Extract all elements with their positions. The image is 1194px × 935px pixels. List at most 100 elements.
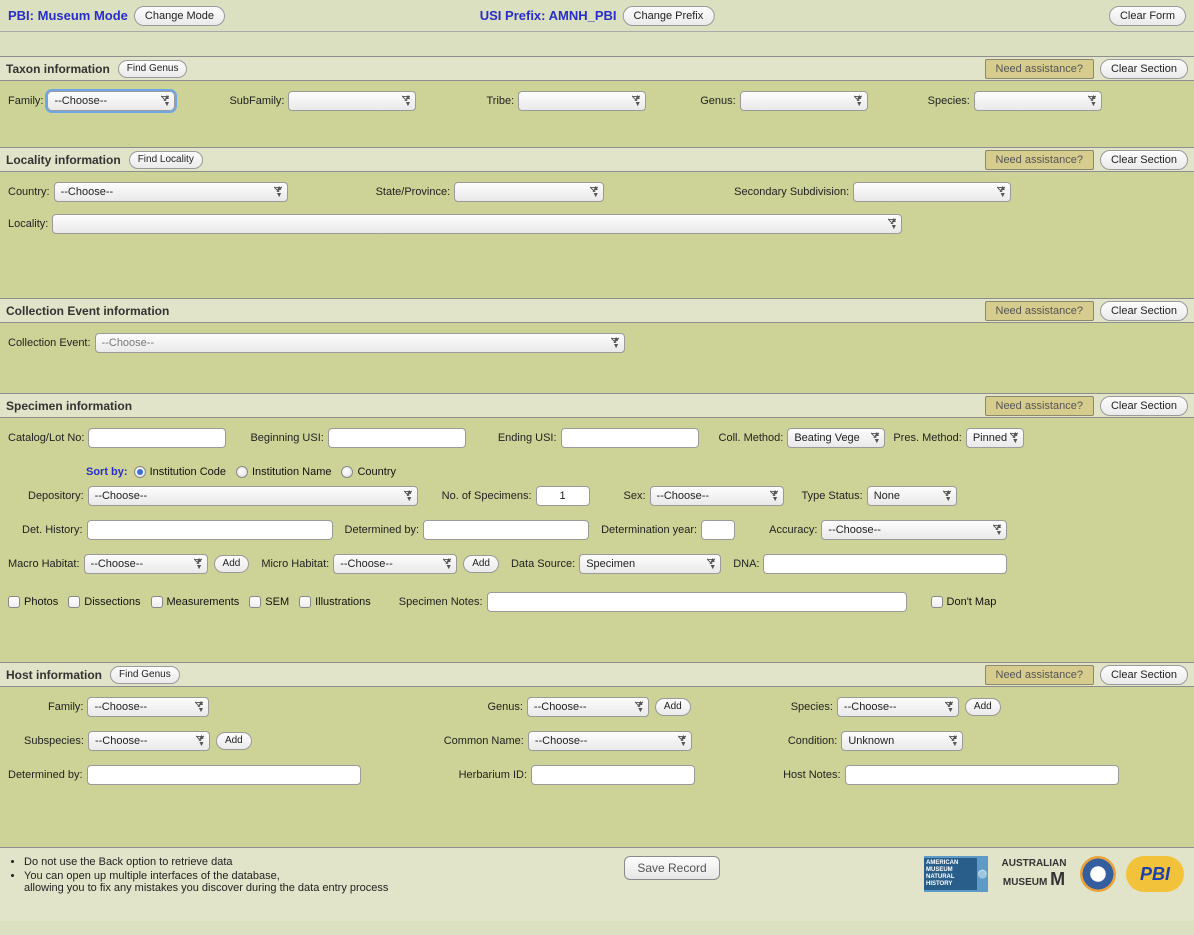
collev-clear-button[interactable]: Clear Section <box>1100 301 1188 321</box>
pres-method-select[interactable]: Pinned▲▼ <box>966 428 1024 448</box>
host-clear-button[interactable]: Clear Section <box>1100 665 1188 685</box>
micro-habitat-select[interactable]: --Choose--▲▼ <box>333 554 457 574</box>
save-record-button[interactable]: Save Record <box>624 856 719 880</box>
host-common-name-label: Common Name: <box>444 735 524 747</box>
sex-label: Sex: <box>624 490 646 502</box>
host-assist-button[interactable]: Need assistance? <box>985 665 1094 685</box>
host-subspecies-add-button[interactable]: Add <box>216 732 252 750</box>
host-species-select[interactable]: --Choose--▲▼ <box>837 697 959 717</box>
locality-section-header: Locality information Find Locality Need … <box>0 147 1194 172</box>
radio-inst-code[interactable]: Institution Code <box>134 466 226 478</box>
herbarium-id-input[interactable] <box>531 765 695 785</box>
collev-select[interactable]: --Choose--▲▼ <box>95 333 625 353</box>
host-notes-label: Host Notes: <box>783 769 840 781</box>
specimen-notes-input[interactable] <box>487 592 907 612</box>
host-subspecies-label: Subspecies: <box>24 735 84 747</box>
change-mode-button[interactable]: Change Mode <box>134 6 225 26</box>
data-source-select[interactable]: Specimen▲▼ <box>579 554 721 574</box>
determined-by-label: Determined by: <box>345 524 420 536</box>
host-condition-select[interactable]: Unknown▲▼ <box>841 731 963 751</box>
host-condition-label: Condition: <box>788 735 838 747</box>
sem-check[interactable]: SEM <box>249 596 289 608</box>
dna-input[interactable] <box>763 554 1007 574</box>
locality-clear-button[interactable]: Clear Section <box>1100 150 1188 170</box>
spec-section-header: Specimen information Need assistance? Cl… <box>0 393 1194 418</box>
host-determined-by-input[interactable] <box>87 765 361 785</box>
nsf-logo <box>1080 856 1116 892</box>
macro-add-button[interactable]: Add <box>214 555 250 573</box>
coll-method-label: Coll. Method: <box>719 432 784 444</box>
australian-museum-logo: AUSTRALIANMUSEUM M <box>998 856 1070 892</box>
spec-assist-button[interactable]: Need assistance? <box>985 396 1094 416</box>
begin-usi-label: Beginning USI: <box>250 432 323 444</box>
spec-title: Specimen information <box>6 399 132 413</box>
taxon-assist-button[interactable]: Need assistance? <box>985 59 1094 79</box>
type-status-select[interactable]: None▲▼ <box>867 486 957 506</box>
collev-label: Collection Event: <box>8 337 91 349</box>
depository-select[interactable]: --Choose--▲▼ <box>88 486 418 506</box>
host-title: Host information <box>6 668 102 682</box>
host-subspecies-select[interactable]: --Choose--▲▼ <box>88 731 210 751</box>
illustrations-check[interactable]: Illustrations <box>299 596 371 608</box>
species-select[interactable]: ▲▼ <box>974 91 1102 111</box>
genus-select[interactable]: ▲▼ <box>740 91 868 111</box>
host-genus-select[interactable]: --Choose--▲▼ <box>527 697 649 717</box>
type-status-label: Type Status: <box>802 490 863 502</box>
det-year-label: Determination year: <box>601 524 697 536</box>
macro-habitat-select[interactable]: --Choose--▲▼ <box>84 554 208 574</box>
subfamily-select[interactable]: ▲▼ <box>288 91 416 111</box>
collev-assist-button[interactable]: Need assistance? <box>985 301 1094 321</box>
country-select[interactable]: --Choose--▲▼ <box>54 182 288 202</box>
sex-select[interactable]: --Choose--▲▼ <box>650 486 784 506</box>
dissections-check[interactable]: Dissections <box>68 596 140 608</box>
secondary-select[interactable]: ▲▼ <box>853 182 1011 202</box>
det-history-input[interactable] <box>87 520 333 540</box>
sort-by-label: Sort by: <box>86 466 128 478</box>
taxon-section-header: Taxon information Find Genus Need assist… <box>0 56 1194 81</box>
measurements-check[interactable]: Measurements <box>151 596 240 608</box>
determined-by-input[interactable] <box>423 520 589 540</box>
end-usi-input[interactable] <box>561 428 699 448</box>
tip-1: Do not use the Back option to retrieve d… <box>24 856 420 868</box>
dont-map-check[interactable]: Don't Map <box>931 596 997 608</box>
accuracy-select[interactable]: --Choose--▲▼ <box>821 520 1007 540</box>
locality-title: Locality information <box>6 153 121 167</box>
photos-check[interactable]: Photos <box>8 596 58 608</box>
det-year-input[interactable] <box>701 520 735 540</box>
catalog-input[interactable] <box>88 428 226 448</box>
find-genus-button[interactable]: Find Genus <box>118 60 188 78</box>
coll-method-select[interactable]: Beating Vege▲▼ <box>787 428 885 448</box>
tip-2: You can open up multiple interfaces of t… <box>24 870 420 894</box>
species-label: Species: <box>928 95 970 107</box>
begin-usi-input[interactable] <box>328 428 466 448</box>
locality-label: Locality: <box>8 218 48 230</box>
host-body: Family: --Choose--▲▼ Genus: --Choose--▲▼… <box>0 687 1194 847</box>
host-notes-input[interactable] <box>845 765 1119 785</box>
clear-form-button[interactable]: Clear Form <box>1109 6 1186 26</box>
no-specimens-input[interactable]: 1 <box>536 486 590 506</box>
host-find-genus-button[interactable]: Find Genus <box>110 666 180 684</box>
find-locality-button[interactable]: Find Locality <box>129 151 203 169</box>
locality-assist-button[interactable]: Need assistance? <box>985 150 1094 170</box>
radio-inst-name[interactable]: Institution Name <box>236 466 331 478</box>
micro-add-button[interactable]: Add <box>463 555 499 573</box>
spec-clear-button[interactable]: Clear Section <box>1100 396 1188 416</box>
state-select[interactable]: ▲▼ <box>454 182 604 202</box>
taxon-clear-button[interactable]: Clear Section <box>1100 59 1188 79</box>
state-label: State/Province: <box>376 186 451 198</box>
host-common-name-select[interactable]: --Choose--▲▼ <box>528 731 692 751</box>
change-prefix-button[interactable]: Change Prefix <box>623 6 715 26</box>
host-genus-add-button[interactable]: Add <box>655 698 691 716</box>
data-source-label: Data Source: <box>511 558 575 570</box>
taxon-title: Taxon information <box>6 62 110 76</box>
locality-select[interactable]: ▲▼ <box>52 214 902 234</box>
footer-logos: AMERICAN MUSEUM NATURAL HISTORY AUSTRALI… <box>924 856 1184 892</box>
host-family-select[interactable]: --Choose--▲▼ <box>87 697 209 717</box>
host-species-add-button[interactable]: Add <box>965 698 1001 716</box>
family-select[interactable]: --Choose--▲▼ <box>47 91 175 111</box>
end-usi-label: Ending USI: <box>498 432 557 444</box>
micro-habitat-label: Micro Habitat: <box>261 558 329 570</box>
spec-body: Catalog/Lot No: Beginning USI: Ending US… <box>0 418 1194 662</box>
radio-country[interactable]: Country <box>341 466 396 478</box>
tribe-select[interactable]: ▲▼ <box>518 91 646 111</box>
